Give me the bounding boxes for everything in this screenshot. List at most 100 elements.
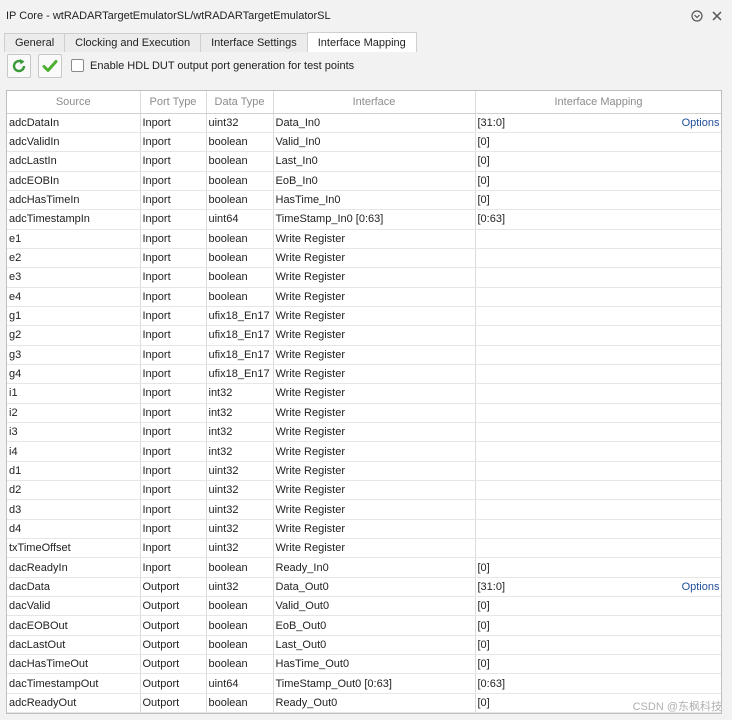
interface-mapping-cell[interactable] — [475, 538, 721, 559]
interface-cell[interactable]: Ready_In0 — [273, 557, 476, 578]
interface-mapping-cell[interactable]: [0] — [475, 132, 721, 153]
interface-cell[interactable]: EoB_Out0 — [273, 615, 476, 636]
interface-mapping-cell[interactable] — [475, 364, 721, 385]
table-row[interactable]: e1 Inport boolean Write Register — [7, 229, 721, 249]
interface-mapping-cell[interactable]: [0] — [475, 171, 721, 191]
interface-mapping-cell[interactable] — [475, 383, 721, 404]
table-row[interactable]: dacLastOut Outport boolean Last_Out0 [0] — [7, 635, 721, 656]
interface-mapping-cell[interactable]: [0:63] — [475, 209, 721, 230]
column-header-interface[interactable]: Interface — [273, 91, 476, 114]
table-row[interactable]: adcReadyOut Outport boolean Ready_Out0 [0] — [7, 693, 721, 713]
interface-mapping-cell[interactable]: [0] — [475, 557, 721, 578]
interface-cell[interactable]: Data_Out0 — [273, 577, 476, 598]
interface-cell[interactable]: Write Register — [273, 383, 476, 404]
table-row[interactable]: d1 Inport uint32 Write Register — [7, 461, 721, 482]
table-row[interactable]: dacValid Outport boolean Valid_Out0 [0] — [7, 596, 721, 617]
interface-mapping-cell[interactable]: [0] — [475, 596, 721, 617]
interface-cell[interactable]: Write Register — [273, 345, 476, 365]
interface-mapping-cell[interactable] — [475, 519, 721, 540]
interface-cell[interactable]: Write Register — [273, 461, 476, 482]
interface-mapping-cell[interactable] — [475, 267, 721, 288]
options-link[interactable]: Options — [682, 581, 720, 593]
table-row[interactable]: d2 Inport uint32 Write Register — [7, 480, 721, 501]
table-row[interactable]: e4 Inport boolean Write Register — [7, 287, 721, 307]
table-row[interactable]: i4 Inport int32 Write Register — [7, 441, 721, 462]
table-row[interactable]: dacHasTimeOut Outport boolean HasTime_Out0[… — [7, 654, 721, 675]
interface-mapping-cell[interactable]: [0] — [475, 654, 721, 675]
interface-cell[interactable]: Last_Out0 — [273, 635, 476, 656]
table-row[interactable]: d3 Inport uint32 Write Register — [7, 499, 721, 520]
interface-mapping-cell[interactable] — [475, 441, 721, 462]
interface-cell[interactable]: TimeStamp_Out0 [0:63] — [273, 673, 476, 694]
interface-cell[interactable]: Write Register — [273, 403, 476, 424]
interface-mapping-cell[interactable] — [475, 461, 721, 482]
interface-mapping-cell[interactable]: [0] — [475, 615, 721, 636]
interface-cell[interactable]: Write Register — [273, 248, 476, 269]
interface-mapping-cell[interactable]: [0] — [475, 635, 721, 656]
interface-cell[interactable]: Last_In0 — [273, 151, 476, 172]
interface-cell[interactable]: Write Register — [273, 267, 476, 288]
table-row[interactable]: e2 Inport boolean Write Register — [7, 248, 721, 269]
table-row[interactable]: dacData Outport uint32 Data_Out0 [31:0] Optio… — [7, 577, 721, 598]
interface-cell[interactable]: Write Register — [273, 441, 476, 462]
close-icon[interactable] — [710, 9, 724, 23]
interface-mapping-cell[interactable] — [475, 229, 721, 249]
table-row[interactable]: dacReadyIn Inport boolean Ready_In0 [0] — [7, 557, 721, 578]
interface-mapping-cell[interactable]: [0] — [475, 151, 721, 172]
table-row[interactable]: i1 Inport int32 Write Register — [7, 383, 721, 404]
interface-cell[interactable]: Write Register — [273, 480, 476, 501]
interface-cell[interactable]: Write Register — [273, 519, 476, 540]
table-row[interactable]: g3 Inport ufix18_En17 Write Register — [7, 345, 721, 365]
table-row[interactable]: i2 Inport int32 Write Register — [7, 403, 721, 424]
tab-interface-mapping[interactable]: Interface Mapping — [306, 32, 417, 52]
interface-cell[interactable]: Write Register — [273, 229, 476, 249]
interface-cell[interactable]: Write Register — [273, 364, 476, 385]
interface-cell[interactable]: Data_In0 — [273, 113, 476, 133]
table-row[interactable]: dacTimestampOut Outport uint64 TimeStamp_Ou… — [7, 673, 721, 694]
table-row[interactable]: g1 Inport ufix18_En17 Write Register — [7, 306, 721, 327]
table-row[interactable]: i3 Inport int32 Write Register — [7, 422, 721, 443]
interface-cell[interactable]: EoB_In0 — [273, 171, 476, 191]
tab-interface-settings[interactable]: Interface Settings — [200, 33, 308, 52]
interface-cell[interactable]: Write Register — [273, 325, 476, 346]
interface-cell[interactable]: TimeStamp_In0 [0:63] — [273, 209, 476, 230]
table-row[interactable]: e3 Inport boolean Write Register — [7, 267, 721, 288]
interface-mapping-cell[interactable] — [475, 422, 721, 443]
menu-dropdown-icon[interactable] — [690, 9, 704, 23]
table-row[interactable]: g2 Inport ufix18_En17 Write Register — [7, 325, 721, 346]
table-row[interactable]: adcTimestampIn Inport uint64 TimeStamp_In0 … — [7, 209, 721, 230]
table-row[interactable]: txTimeOffset Inport uint32 Write Register — [7, 538, 721, 559]
interface-mapping-cell[interactable] — [475, 287, 721, 307]
table-row[interactable]: dacEOBOut Outport boolean EoB_Out0 [0] — [7, 615, 721, 636]
interface-cell[interactable]: Valid_In0 — [273, 132, 476, 153]
table-row[interactable]: adcLastIn Inport boolean Last_In0 [0] — [7, 151, 721, 172]
apply-button[interactable] — [38, 54, 62, 78]
interface-cell[interactable]: Valid_Out0 — [273, 596, 476, 617]
interface-mapping-cell[interactable] — [475, 325, 721, 346]
interface-mapping-cell[interactable]: [31:0] Options — [475, 113, 721, 133]
column-header-interface-mapping[interactable]: Interface Mapping — [475, 91, 721, 114]
interface-mapping-cell[interactable] — [475, 306, 721, 327]
interface-cell[interactable]: Write Register — [273, 499, 476, 520]
enable-test-point-ports-checkbox[interactable] — [71, 59, 84, 72]
tab-general[interactable]: General — [4, 33, 66, 52]
options-link[interactable]: Options — [682, 117, 720, 129]
interface-mapping-cell[interactable] — [475, 345, 721, 365]
refresh-button[interactable] — [7, 54, 31, 78]
interface-cell[interactable]: Write Register — [273, 538, 476, 559]
interface-mapping-cell[interactable]: [31:0] Options — [475, 577, 721, 598]
column-header-port-type[interactable]: Port Type — [140, 91, 207, 114]
interface-cell[interactable]: Ready_Out0 — [273, 693, 476, 713]
table-row[interactable]: g4 Inport ufix18_En17 Write Register — [7, 364, 721, 385]
interface-mapping-cell[interactable] — [475, 403, 721, 424]
interface-mapping-cell[interactable] — [475, 248, 721, 269]
interface-mapping-cell[interactable] — [475, 480, 721, 501]
interface-mapping-cell[interactable]: [0] — [475, 190, 721, 211]
interface-cell[interactable]: Write Register — [273, 306, 476, 327]
interface-mapping-cell[interactable] — [475, 499, 721, 520]
table-row[interactable]: adcValidIn Inport boolean Valid_In0 [0] — [7, 132, 721, 153]
table-row[interactable]: d4 Inport uint32 Write Register — [7, 519, 721, 540]
table-row[interactable]: adcHasTimeIn Inport boolean HasTime_In0 [0] — [7, 190, 721, 211]
column-header-source[interactable]: Source — [7, 91, 141, 114]
interface-cell[interactable]: Write Register — [273, 422, 476, 443]
